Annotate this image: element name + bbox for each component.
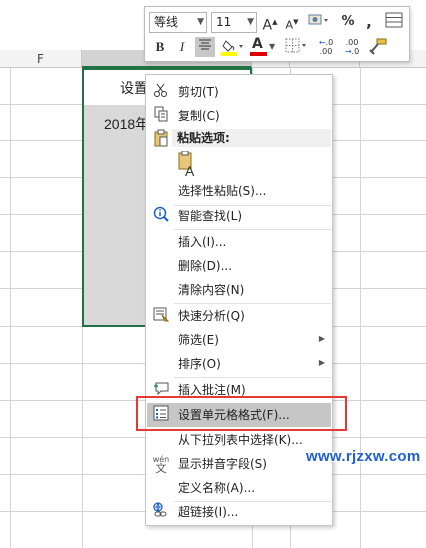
increase-decimal-icon: ←.0.00 [318,38,334,56]
menu-item-label: 清除内容(N) [178,283,245,297]
menu-item-label: 选择性粘贴(S)... [178,184,267,198]
decrease-decimal-icon: .00 →.0 [344,38,360,56]
bold-icon: B [155,39,165,54]
paste-values-icon: A [177,150,199,179]
menu-item-show-phonetic[interactable]: wén 文 显示拼音字段(S) [147,452,331,476]
menu-item-label: 超链接(I)... [178,505,239,519]
menu-item-label: 从下拉列表中选择(K)... [178,433,303,447]
menu-item-label: 复制(C) [178,109,220,123]
font-name-select[interactable]: 等线 ▼ [149,12,207,33]
menu-item-label: 显示拼音字段(S) [178,457,267,471]
font-color-button[interactable]: A ▼ [249,36,276,57]
cell-header-text: 设置 [120,80,148,96]
menu-item-define-name[interactable]: 定义名称(A)... [147,476,331,500]
font-name-value: 等线 [154,15,179,29]
fill-color-button[interactable] [219,37,245,57]
align-center-icon [199,39,211,50]
quick-analysis-icon [151,306,171,326]
context-menu: 剪切(T) 复制(C) 粘贴选项: A 选择性粘贴(S)... 智能查找(L) … [145,74,333,526]
menu-item-label: 删除(D)... [178,259,233,273]
decrease-font-button[interactable]: A▼ [283,12,301,32]
accounting-format-icon [308,14,328,25]
smart-lookup-icon [151,206,171,226]
comma-icon: , [366,13,372,31]
format-painter-icon [369,38,387,55]
menu-item-hyperlink[interactable]: 超链接(I)... [147,500,331,524]
chevron-down-icon: ▼ [247,17,254,27]
font-color-swatch [250,52,267,56]
font-size-select[interactable]: 11 ▼ [211,12,257,33]
column-header-label: F [37,52,44,66]
chevron-down-icon: ▼ [197,17,204,27]
format-painter-button[interactable] [367,37,389,57]
borders-button[interactable] [283,37,309,57]
menu-item-label: 剪切(T) [178,85,219,99]
menu-item-smart-lookup[interactable]: 智能查找(L) [147,204,331,228]
watermark: www.rjzxw.com [306,448,421,465]
menu-item-cut[interactable]: 剪切(T) [147,80,331,104]
font-size-value: 11 [216,15,232,29]
phonetic-icon: wén 文 [151,454,171,474]
increase-font-button[interactable]: A▲ [261,12,279,34]
menu-item-delete[interactable]: 删除(D)... [147,254,331,278]
percent-style-button[interactable]: % [339,12,357,32]
scissors-icon [151,82,171,102]
accounting-format-button[interactable] [305,12,331,32]
menu-item-label: 排序(O) [178,357,221,371]
italic-button[interactable]: I [173,37,191,57]
borders-icon [285,38,306,53]
bold-button[interactable]: B [151,37,169,57]
submenu-arrow-icon: ▶ [318,358,325,367]
menu-item-label: 定义名称(A)... [178,481,256,495]
menu-item-copy[interactable]: 复制(C) [147,104,331,128]
format-table-icon [385,12,403,28]
paint-bucket-icon [221,40,243,56]
cell-date-text: 2018年 [104,116,150,132]
menu-item-filter[interactable]: 筛选(E) ▶ [147,328,331,352]
paste-option-values[interactable]: A [147,150,331,179]
increase-font-icon: A [262,17,273,34]
menu-item-label: 智能查找(L) [178,209,243,223]
menu-item-insert[interactable]: 插入(I)... [147,230,331,254]
align-center-button[interactable] [195,37,215,57]
column-header-f[interactable]: F [0,50,82,68]
paste-options-header: 粘贴选项: [172,129,331,147]
mini-toolbar: 等线 ▼ 11 ▼ A▲ A▼ % , B I A ▼ ←.0 .00 .00 … [144,6,410,62]
decrease-font-icon: A [285,18,294,32]
menu-item-paste-special[interactable]: 选择性粘贴(S)... [147,179,331,203]
font-color-icon: A [252,36,263,52]
format-table-button[interactable] [383,12,405,32]
copy-icon [151,106,171,126]
comma-style-button[interactable]: , [361,12,377,32]
menu-item-label: 筛选(E) [178,333,219,347]
phonetic-icon-char: 文 [155,462,167,475]
chevron-down-icon: ▼ [269,42,276,51]
submenu-arrow-icon: ▶ [318,334,325,343]
highlight-box [136,396,347,431]
menu-item-label: 插入(I)... [178,235,227,249]
increase-decimal-button[interactable]: ←.0.00 [315,37,337,57]
svg-text:A: A [185,163,195,177]
menu-item-pick-from-list[interactable]: 从下拉列表中选择(K)... [147,428,331,452]
italic-icon: I [179,39,185,54]
menu-item-quick-analysis[interactable]: 快速分析(Q) [147,304,331,328]
decrease-decimal-button[interactable]: .00 →.0 [341,37,363,57]
menu-item-label: 快速分析(Q) [178,309,245,323]
clipboard-icon [151,129,171,149]
hyperlink-icon [151,502,171,522]
menu-item-clear-contents[interactable]: 清除内容(N) [147,278,331,302]
menu-item-sort[interactable]: 排序(O) ▶ [147,352,331,376]
percent-icon: % [341,14,355,29]
